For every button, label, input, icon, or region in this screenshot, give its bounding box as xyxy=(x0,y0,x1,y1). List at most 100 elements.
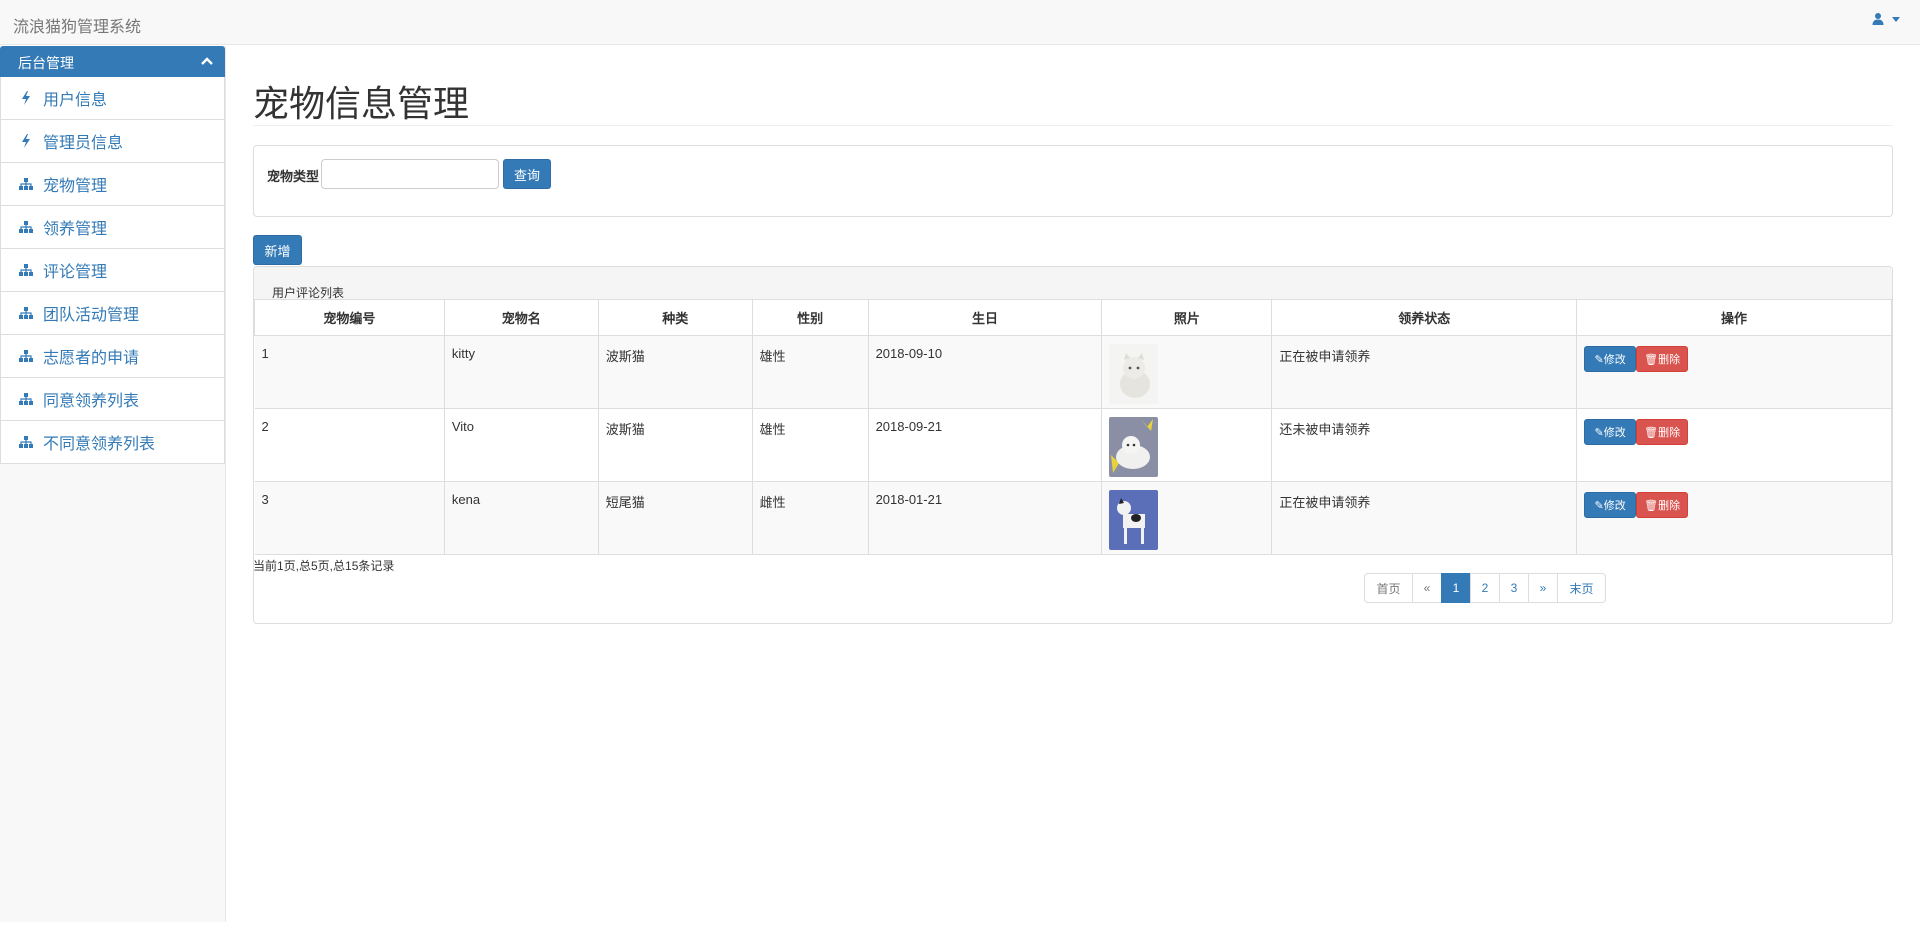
delete-button[interactable]: 🗑 删除 xyxy=(1636,419,1689,445)
pagination-first[interactable]: 首页 xyxy=(1364,573,1413,603)
pet-birthday-cell: 2018-01-21 xyxy=(868,481,1103,555)
bolt-icon xyxy=(19,91,33,105)
sitemap-icon xyxy=(19,435,33,449)
pagination-last[interactable]: 末页 xyxy=(1557,573,1606,603)
column-header: 宠物编号 xyxy=(254,299,445,336)
pet-sex-cell: 雄性 xyxy=(752,408,869,482)
sidebar-item-pet-management[interactable]: 宠物管理 xyxy=(0,163,225,206)
pagination-next[interactable]: » xyxy=(1528,573,1558,603)
column-header: 操作 xyxy=(1576,299,1892,336)
pet-birthday-cell: 2018-09-10 xyxy=(868,335,1103,409)
user-menu[interactable] xyxy=(1871,12,1900,26)
pet-type-label: 宠物类型 xyxy=(267,169,320,184)
bolt-icon xyxy=(19,134,33,148)
pet-table: 宠物编号 宠物名 种类 性别 生日 照片 领养状态 操作 1 kitty 波斯猫… xyxy=(254,299,1892,555)
edit-label: 修改 xyxy=(1603,500,1626,512)
column-header: 照片 xyxy=(1101,299,1273,336)
table-row: 3 kena 短尾猫 雌性 2018-01-21 正在被申请领养 ✎ 修改 🗑 … xyxy=(254,481,1892,555)
query-button[interactable]: 查询 xyxy=(503,159,551,189)
pencil-icon: ✎ xyxy=(1594,499,1604,512)
sidebar-item-label: 团队活动管理 xyxy=(43,307,140,324)
sitemap-icon xyxy=(19,263,33,277)
table-row: 1 kitty 波斯猫 雄性 2018-09-10 正在被申请领养 ✎ 修改 🗑… xyxy=(254,335,1892,409)
trash-icon: 🗑 xyxy=(1644,353,1659,366)
pet-photo xyxy=(1109,490,1159,550)
adoption-status-cell: 还未被申请领养 xyxy=(1271,408,1578,482)
pet-breed-cell: 波斯猫 xyxy=(598,408,753,482)
pet-name-cell: kena xyxy=(444,481,599,555)
column-header: 种类 xyxy=(597,299,753,336)
pagination: 首页 « 1 2 3 » 末页 xyxy=(1364,573,1606,603)
search-panel: 宠物类型 查询 xyxy=(253,145,1893,217)
column-header: 性别 xyxy=(751,299,869,336)
chevron-up-icon xyxy=(201,57,213,65)
sidebar-item-label: 管理员信息 xyxy=(43,135,124,152)
edit-button[interactable]: ✎ 修改 xyxy=(1584,419,1637,445)
edit-label: 修改 xyxy=(1603,427,1626,439)
user-icon xyxy=(1872,13,1884,25)
pencil-icon: ✎ xyxy=(1594,353,1604,366)
table-row: 2 Vito 波斯猫 雄性 2018-09-21 还未被申请领养 ✎ 修改 🗑 … xyxy=(254,408,1892,482)
delete-label: 删除 xyxy=(1658,427,1681,439)
pencil-icon: ✎ xyxy=(1594,426,1604,439)
edit-button[interactable]: ✎ 修改 xyxy=(1584,492,1637,518)
pet-breed-cell: 短尾猫 xyxy=(598,481,753,555)
delete-button[interactable]: 🗑 删除 xyxy=(1636,492,1689,518)
pet-photo xyxy=(1109,417,1159,477)
edit-label: 修改 xyxy=(1603,354,1626,366)
pet-sex-cell: 雄性 xyxy=(752,335,869,409)
delete-label: 删除 xyxy=(1658,354,1681,366)
sidebar-header[interactable]: 后台管理 xyxy=(0,46,225,77)
page-title: 宠物信息管理 xyxy=(253,83,470,124)
pet-photo-cell xyxy=(1101,481,1273,555)
delete-button[interactable]: 🗑 删除 xyxy=(1636,346,1689,372)
actions-cell: ✎ 修改 🗑 删除 xyxy=(1576,481,1892,555)
pet-sex-cell: 雌性 xyxy=(752,481,869,555)
sidebar-item-rejected-adoptions[interactable]: 不同意领养列表 xyxy=(0,421,225,464)
sidebar-header-label: 后台管理 xyxy=(18,55,74,71)
sitemap-icon xyxy=(19,220,33,234)
pagination-page-1[interactable]: 1 xyxy=(1441,573,1471,603)
sidebar-item-comment-management[interactable]: 评论管理 xyxy=(0,249,225,292)
sidebar-item-label: 同意领养列表 xyxy=(43,393,140,410)
sidebar-item-approved-adoptions[interactable]: 同意领养列表 xyxy=(0,378,225,421)
actions-cell: ✎ 修改 🗑 删除 xyxy=(1576,408,1892,482)
pet-id-cell: 3 xyxy=(254,481,445,555)
trash-icon: 🗑 xyxy=(1644,499,1659,512)
caret-down-icon xyxy=(1892,16,1900,22)
sidebar-item-label: 不同意领养列表 xyxy=(43,436,156,453)
sidebar-item-label: 宠物管理 xyxy=(43,178,108,195)
sidebar-item-team-activity[interactable]: 团队活动管理 xyxy=(0,292,225,335)
sidebar-item-label: 志愿者的申请 xyxy=(43,350,140,367)
add-button[interactable]: 新增 xyxy=(253,235,302,265)
adoption-status-cell: 正在被申请领养 xyxy=(1271,481,1578,555)
pet-birthday-cell: 2018-09-21 xyxy=(868,408,1103,482)
sidebar-item-label: 领养管理 xyxy=(43,221,108,238)
pagination-page-3[interactable]: 3 xyxy=(1499,573,1529,603)
pagination-page-2[interactable]: 2 xyxy=(1470,573,1500,603)
actions-cell: ✎ 修改 🗑 删除 xyxy=(1576,335,1892,409)
pet-id-cell: 1 xyxy=(254,335,445,409)
pet-breed-cell: 波斯猫 xyxy=(598,335,753,409)
pet-type-input[interactable] xyxy=(321,159,499,189)
sidebar-menu: 用户信息 管理员信息 宠物管理 领养管理 评论管理 团队活动管理 志愿者的申请 xyxy=(0,77,225,464)
pagination-prev[interactable]: « xyxy=(1412,573,1442,603)
sidebar-item-user-info[interactable]: 用户信息 xyxy=(0,77,225,120)
sidebar-item-admin-info[interactable]: 管理员信息 xyxy=(0,120,225,163)
sidebar: 后台管理 用户信息 管理员信息 宠物管理 领养管理 评论管理 团队活动管理 志愿… xyxy=(0,46,226,922)
table-header-row: 宠物编号 宠物名 种类 性别 生日 照片 领养状态 操作 xyxy=(254,299,1892,336)
adoption-status-cell: 正在被申请领养 xyxy=(1271,335,1578,409)
pet-name-cell: kitty xyxy=(444,335,599,409)
pet-photo xyxy=(1109,344,1159,404)
record-info: 当前1页,总5页,总15条记录 xyxy=(253,559,395,573)
pet-list-panel: 用户评论列表 宠物编号 宠物名 种类 性别 生日 照片 领养状态 操作 1 ki… xyxy=(253,266,1893,624)
sidebar-item-adoption-management[interactable]: 领养管理 xyxy=(0,206,225,249)
pet-name-cell: Vito xyxy=(444,408,599,482)
trash-icon: 🗑 xyxy=(1644,426,1659,439)
pet-photo-cell xyxy=(1101,335,1273,409)
edit-button[interactable]: ✎ 修改 xyxy=(1584,346,1637,372)
sitemap-icon xyxy=(19,177,33,191)
sidebar-item-volunteer-application[interactable]: 志愿者的申请 xyxy=(0,335,225,378)
sitemap-icon xyxy=(19,306,33,320)
app-title[interactable]: 流浪猫狗管理系统 xyxy=(13,13,141,37)
